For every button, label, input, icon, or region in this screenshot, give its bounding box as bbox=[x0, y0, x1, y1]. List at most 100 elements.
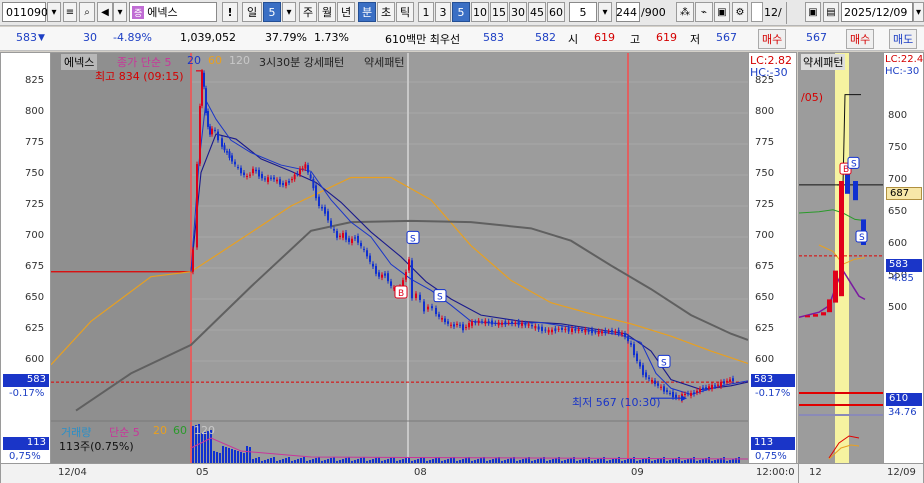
period-day-button[interactable]: 일 bbox=[242, 2, 262, 22]
legend-stock-name: 에넥스 bbox=[61, 54, 98, 70]
interval-dropdown-icon[interactable]: ▾ bbox=[598, 2, 612, 22]
interval-45-button[interactable]: 45 bbox=[528, 2, 546, 22]
pattern-marker-B: B bbox=[394, 285, 408, 299]
candle-body bbox=[223, 145, 226, 151]
change-value: 30 bbox=[83, 31, 97, 44]
period-dropdown-icon[interactable]: ▾ bbox=[282, 2, 296, 22]
right-doc-icon[interactable]: ▤ bbox=[823, 2, 839, 22]
period-month-button[interactable]: 월 bbox=[318, 2, 336, 22]
right-tick-775: 775 bbox=[755, 137, 775, 148]
marker-letter: S bbox=[437, 293, 443, 303]
search-icon[interactable]: ⌕ bbox=[79, 2, 95, 22]
interval-5-button[interactable]: 5 bbox=[452, 2, 470, 22]
candle-body bbox=[645, 372, 647, 378]
interval-60-button[interactable]: 60 bbox=[547, 2, 565, 22]
right-tick-675: 675 bbox=[755, 261, 775, 272]
stock-name-field[interactable]: 증 에넥스 bbox=[129, 2, 217, 22]
candle-body bbox=[726, 380, 728, 383]
candle-body bbox=[669, 392, 671, 394]
side-lc-label: LC:22.4 bbox=[885, 54, 924, 65]
candle-body bbox=[438, 314, 440, 317]
candle-body bbox=[441, 317, 443, 320]
left-current-price: 583 bbox=[3, 374, 49, 387]
list-icon[interactable]: ≡ bbox=[63, 2, 77, 22]
right-current-price: 583 bbox=[751, 374, 795, 387]
side-candle bbox=[805, 315, 810, 318]
speaker-icon[interactable]: ◀ bbox=[97, 2, 113, 22]
save-icon[interactable]: ▣ bbox=[714, 2, 730, 22]
volume-rate: 37.79% bbox=[265, 31, 307, 44]
side-volume-rate: 34.76 bbox=[888, 407, 917, 418]
candle-body bbox=[387, 273, 389, 282]
interval-1-button[interactable]: 1 bbox=[418, 2, 434, 22]
gear-icon[interactable]: ⚙ bbox=[732, 2, 748, 22]
period-minute-button[interactable]: 분 bbox=[358, 2, 376, 22]
date-dropdown-icon[interactable]: ▾ bbox=[913, 2, 924, 22]
pattern-marker-S: S bbox=[406, 230, 420, 244]
stock-code-input[interactable]: 011090 bbox=[2, 2, 48, 22]
candle-body bbox=[468, 323, 470, 328]
candle-body bbox=[345, 232, 347, 240]
alert-button[interactable]: ! bbox=[222, 2, 238, 22]
date-input[interactable]: 2025/12/09 bbox=[841, 2, 913, 22]
candle-body bbox=[507, 322, 510, 324]
side-label-05: /05) bbox=[801, 91, 823, 104]
candle-body bbox=[636, 353, 638, 361]
interval-15-button[interactable]: 15 bbox=[490, 2, 508, 22]
low-value: 567 bbox=[716, 31, 737, 44]
candle-body bbox=[304, 164, 307, 169]
left-tick-600: 600 bbox=[25, 354, 45, 365]
marker-letter: S bbox=[410, 234, 416, 244]
low-label: 저 bbox=[690, 33, 701, 46]
candle-body bbox=[324, 207, 326, 214]
x-time-label: 12:00:0 bbox=[756, 467, 795, 478]
buy-button[interactable]: 매수 bbox=[758, 29, 787, 49]
period-count-button[interactable]: 5 bbox=[263, 2, 281, 22]
candle-body bbox=[431, 306, 433, 309]
candle-body bbox=[307, 165, 309, 173]
candle-body bbox=[214, 129, 216, 131]
period-year-button[interactable]: 년 bbox=[337, 2, 355, 22]
candle-body bbox=[192, 249, 194, 272]
tool-settings-icon[interactable]: ⁂ bbox=[676, 2, 694, 22]
candle-body bbox=[267, 177, 269, 182]
right-volume-rate: 0,75% bbox=[755, 451, 787, 462]
arrow-down-icon[interactable]: ▾ bbox=[113, 2, 127, 22]
interval-input[interactable]: 5 bbox=[569, 2, 597, 22]
candle-body bbox=[249, 174, 251, 176]
side-chart-svg[interactable]: BSS bbox=[799, 53, 883, 463]
candle-body bbox=[384, 273, 386, 276]
period-week-button[interactable]: 주 bbox=[299, 2, 317, 22]
volume-bar bbox=[225, 447, 227, 463]
high-label: 고 bbox=[630, 33, 641, 46]
candle-body bbox=[654, 380, 656, 385]
right-tick-825: 825 bbox=[755, 75, 775, 86]
candle-body bbox=[521, 322, 523, 326]
period-second-button[interactable]: 초 bbox=[377, 2, 395, 22]
candle-body bbox=[672, 391, 674, 398]
left-tick-800: 800 bbox=[25, 106, 45, 117]
period-tick-button[interactable]: 틱 bbox=[396, 2, 414, 22]
candle-body bbox=[651, 379, 653, 382]
right-tick-600: 600 bbox=[755, 354, 775, 365]
candle-body bbox=[564, 328, 567, 331]
candle-body bbox=[363, 248, 365, 250]
chevron-down-icon[interactable]: ▾ bbox=[47, 2, 61, 22]
best-ask: 583 bbox=[483, 31, 504, 44]
chart-line-icon[interactable]: ⌁ bbox=[695, 2, 713, 22]
right-save-icon[interactable]: ▣ bbox=[805, 2, 821, 22]
interval-10-button[interactable]: 10 bbox=[471, 2, 489, 22]
candle-body bbox=[375, 266, 377, 274]
side-candle bbox=[839, 181, 844, 297]
interval-3-button[interactable]: 3 bbox=[435, 2, 451, 22]
count-input[interactable]: 244 bbox=[616, 2, 640, 22]
right-buy-button[interactable]: 매수 bbox=[846, 29, 875, 49]
right-sell-button[interactable]: 매도 bbox=[889, 29, 918, 49]
side-candle bbox=[821, 312, 826, 316]
high-value: 619 bbox=[656, 31, 677, 44]
volume-bar bbox=[201, 433, 203, 463]
candle-body bbox=[203, 72, 205, 87]
interval-30-button[interactable]: 30 bbox=[509, 2, 527, 22]
checkbox[interactable] bbox=[751, 2, 763, 22]
volume-bar bbox=[231, 449, 233, 463]
